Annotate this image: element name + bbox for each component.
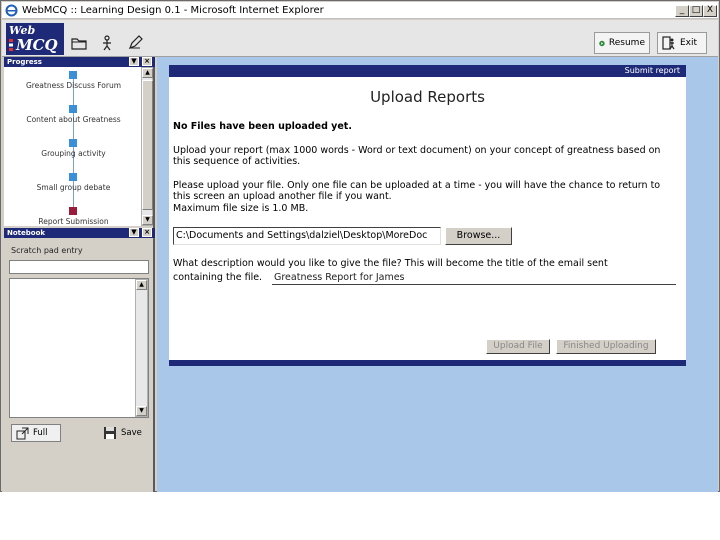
progress-scroll-thumb[interactable] — [142, 80, 153, 210]
progress-step-2-marker — [69, 105, 77, 113]
scroll-down-icon[interactable]: ▼ — [142, 215, 153, 225]
file-description-input[interactable]: Greatness Report for James — [272, 271, 676, 285]
webmcq-logo: Web MCQ — [6, 23, 64, 55]
progress-panel-title: Progress — [7, 58, 42, 66]
upload-status-text: No Files have been uploaded yet. — [173, 121, 352, 132]
notebook-panel-header: Notebook ▼ × — [4, 228, 155, 238]
exit-button[interactable]: Exit — [657, 32, 707, 54]
title-bar: WebMCQ :: Learning Design 0.1 - Microsof… — [2, 2, 718, 19]
scratch-pad-label: Scratch pad entry — [11, 246, 83, 255]
instruction-max-size: Maximum file size is 1.0 MB. — [173, 203, 309, 214]
progress-close-icon[interactable]: × — [142, 57, 152, 66]
browse-button[interactable]: Browse... — [445, 227, 512, 245]
window-title: WebMCQ :: Learning Design 0.1 - Microsof… — [22, 5, 324, 16]
resume-button[interactable]: Resume — [594, 32, 650, 54]
internet-explorer-icon — [5, 4, 18, 17]
notebook-scroll-up-icon[interactable]: ▲ — [136, 280, 147, 290]
progress-step-4-label[interactable]: Small group debate — [6, 183, 141, 192]
progress-dropdown-icon[interactable]: ▼ — [129, 57, 139, 66]
notebook-scroll-down-icon[interactable]: ▼ — [136, 406, 147, 416]
scratch-pad-textarea[interactable]: ▲ ▼ — [9, 278, 149, 418]
progress-step-5-label[interactable]: Report Submission — [6, 217, 141, 226]
content-header-bar: Submit report — [169, 65, 686, 77]
progress-step-3-label[interactable]: Grouping activity — [6, 149, 141, 158]
full-button[interactable]: Full — [11, 424, 61, 442]
scratch-pad-title-input[interactable] — [9, 260, 149, 274]
progress-panel: Greatness Discuss Forum Content about Gr… — [4, 67, 141, 226]
person-icon[interactable] — [98, 34, 116, 52]
folder-icon[interactable] — [70, 34, 88, 52]
progress-scrollbar[interactable]: ▲ ▼ — [141, 67, 153, 226]
page-title: Upload Reports — [370, 88, 485, 106]
save-label: Save — [121, 428, 142, 438]
notebook-dropdown-icon[interactable]: ▼ — [129, 228, 139, 237]
notebook-scrollbar[interactable]: ▲ ▼ — [135, 279, 148, 417]
progress-step-3-marker — [69, 139, 77, 147]
notebook-close-icon[interactable]: × — [142, 228, 152, 237]
resume-label: Resume — [608, 38, 645, 48]
progress-step-5-marker — [69, 207, 77, 215]
progress-step-2-label[interactable]: Content about Greatness — [6, 115, 141, 124]
progress-step-1-marker — [69, 71, 77, 79]
app-toolbar: Web MCQ Resume Exit — [2, 20, 718, 57]
save-button[interactable]: Save — [101, 424, 151, 442]
progress-step-4-marker — [69, 173, 77, 181]
resume-icon — [599, 40, 605, 46]
progress-step-1-label[interactable]: Greatness Discuss Forum — [6, 81, 141, 90]
minimize-button[interactable]: _ — [675, 5, 689, 17]
upload-file-button[interactable]: Upload File — [486, 339, 550, 354]
logo-mcq-text: MCQ — [16, 36, 58, 54]
expand-icon — [16, 427, 29, 439]
progress-panel-header: Progress ▼ × — [4, 57, 155, 67]
description-question: What description would you like to give … — [173, 258, 608, 269]
scroll-up-icon[interactable]: ▲ — [142, 68, 153, 78]
finished-uploading-button[interactable]: Finished Uploading — [556, 339, 656, 354]
submit-report-link[interactable]: Submit report — [625, 66, 680, 75]
instruction-one-file: Please upload your file. Only one file c… — [173, 180, 661, 202]
content-footer-bar — [169, 360, 686, 366]
full-label: Full — [33, 428, 48, 438]
floppy-disk-icon — [104, 427, 116, 439]
upload-reports-panel: Submit report Upload Reports No Files ha… — [169, 65, 686, 366]
exit-door-icon — [662, 36, 675, 50]
exit-label: Exit — [680, 38, 698, 48]
instruction-upload: Upload your report (max 1000 words - Wor… — [173, 145, 661, 167]
logo-dots-icon — [9, 39, 13, 51]
pencil-icon[interactable] — [126, 34, 144, 52]
maximize-button[interactable]: □ — [689, 5, 703, 17]
notebook-panel-title: Notebook — [7, 229, 46, 237]
description-prefix: containing the file. — [173, 272, 263, 283]
file-path-input[interactable]: C:\Documents and Settings\dalziel\Deskto… — [173, 227, 441, 245]
browser-window: WebMCQ :: Learning Design 0.1 - Microsof… — [0, 0, 720, 492]
close-button[interactable]: X — [703, 5, 717, 17]
